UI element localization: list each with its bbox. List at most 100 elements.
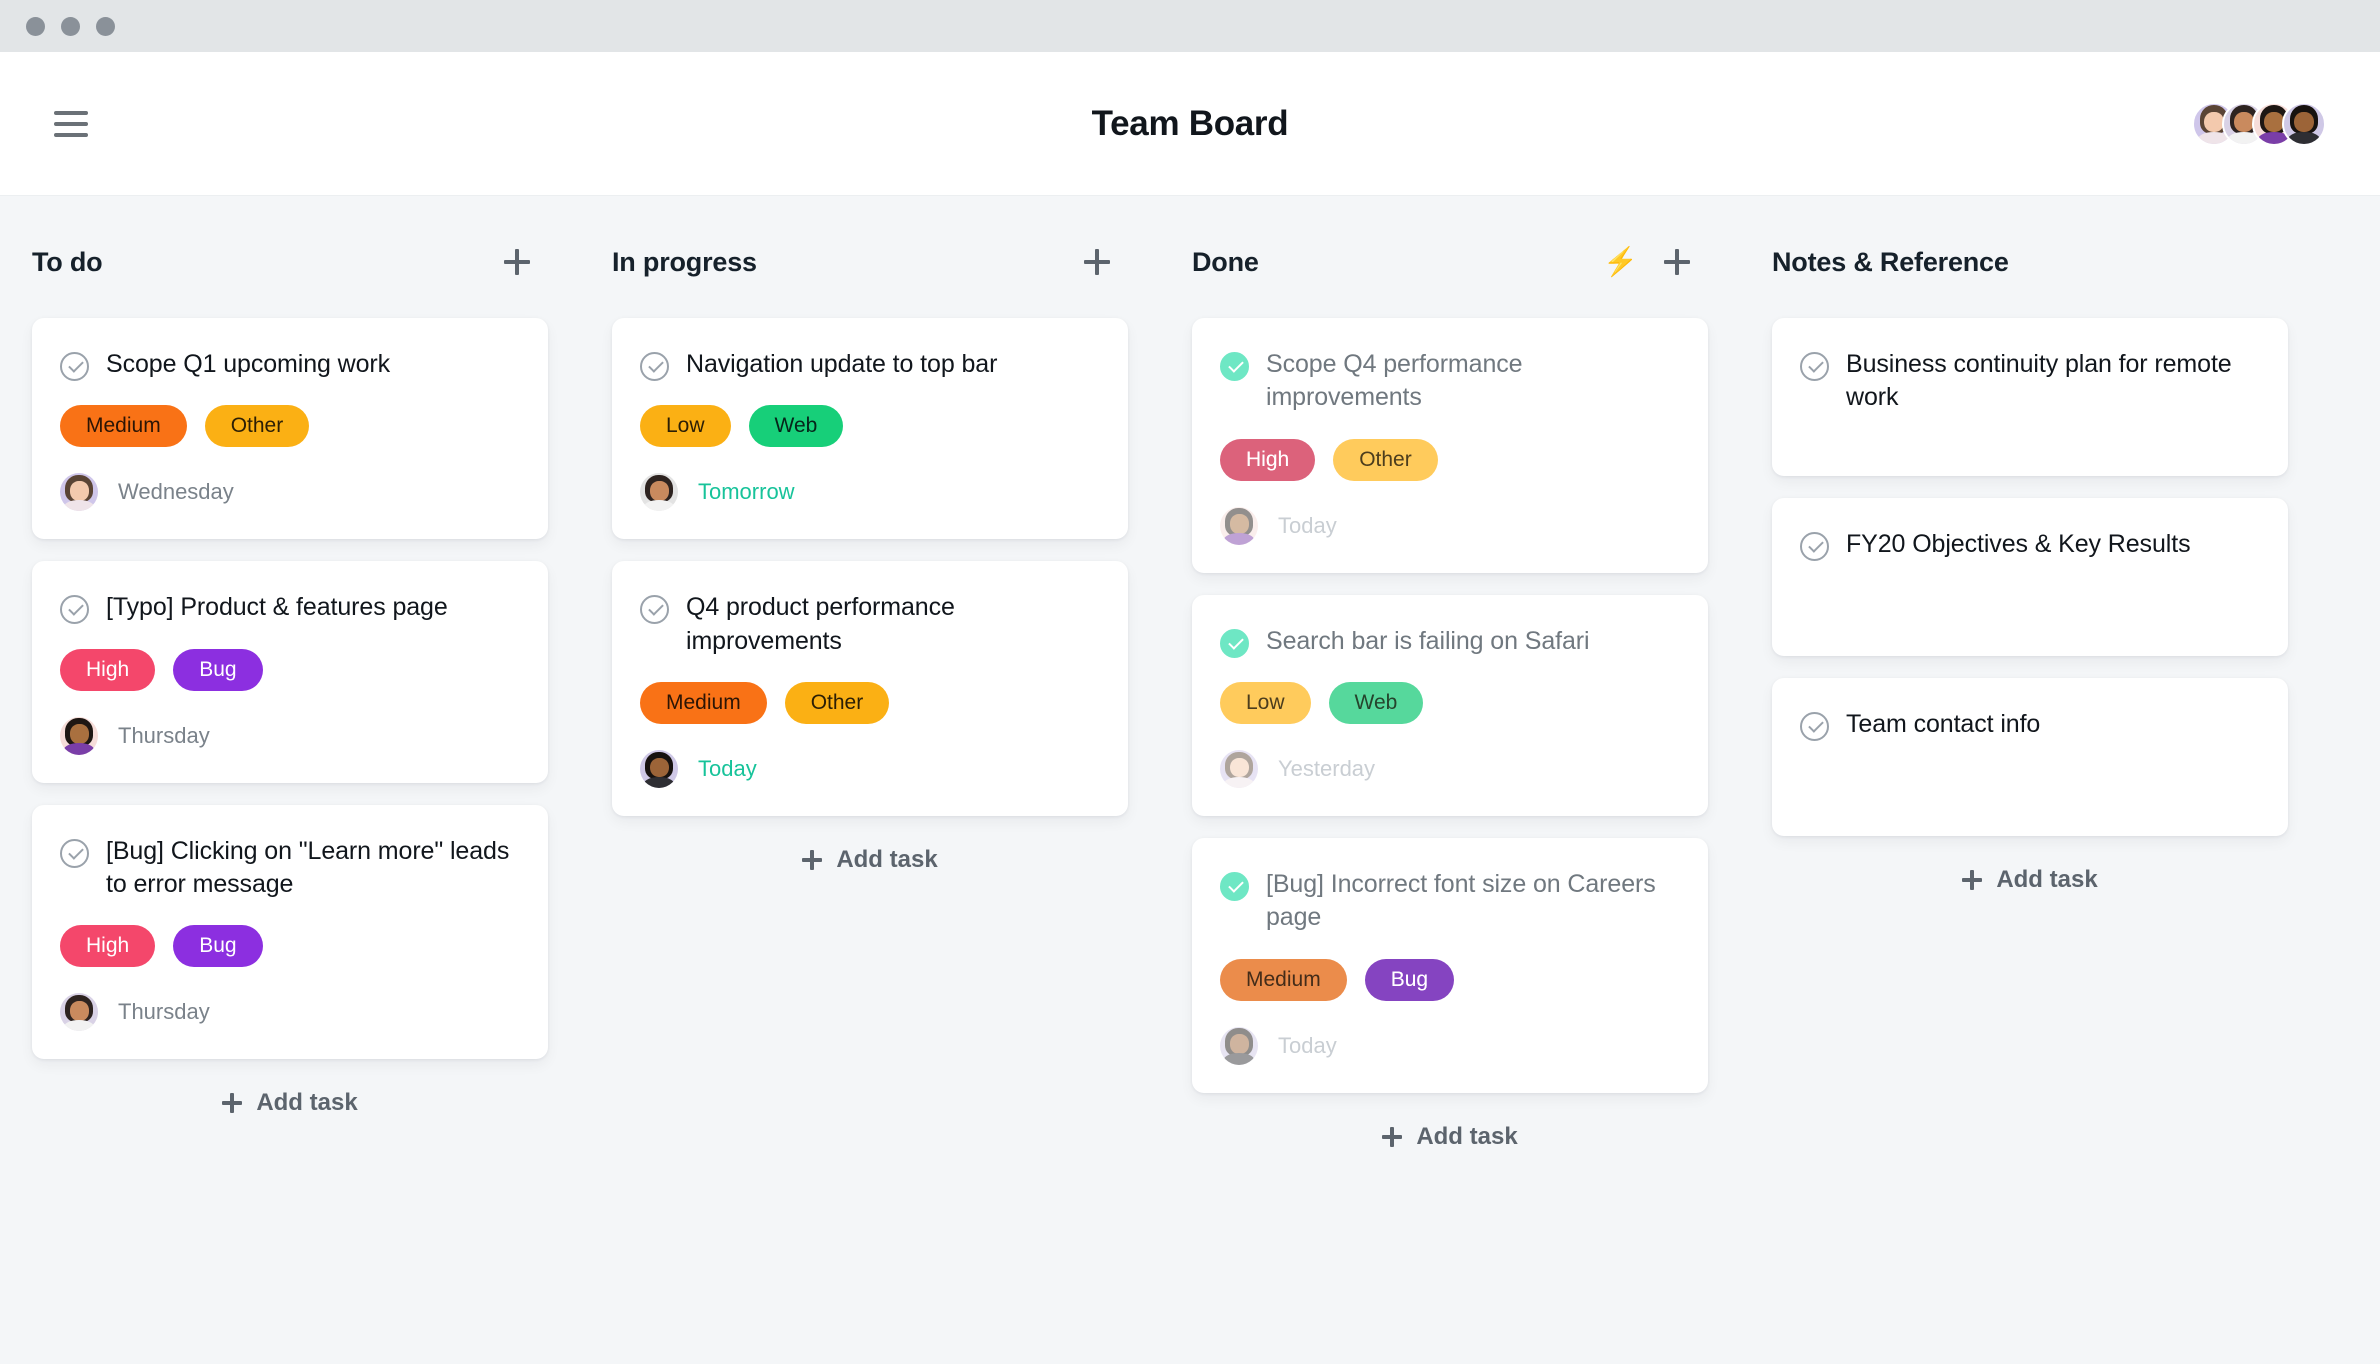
window-dot-close[interactable] [26, 16, 45, 36]
avatar-face [60, 717, 98, 755]
card-title-row: [Typo] Product & features page [60, 591, 520, 625]
task-card[interactable]: [Bug] Clicking on "Learn more" leads to … [32, 804, 548, 1060]
card-title-row: Scope Q4 performance improvements [1220, 348, 1680, 415]
checkbox-checked-icon[interactable] [1220, 872, 1249, 902]
tag-web[interactable]: Web [1328, 681, 1424, 725]
card-assignee-avatar [60, 473, 98, 512]
add-task-button[interactable]: Add task [612, 846, 1128, 874]
card-title-row: [Bug] Incorrect font size on Careers pag… [1220, 868, 1680, 935]
card-meta: Wednesday [60, 473, 520, 512]
card-meta: Today [1220, 1026, 1680, 1065]
task-card[interactable]: Scope Q1 upcoming work Medium Other Wednesd… [32, 318, 548, 540]
task-card[interactable]: [Typo] Product & features page High Bug Thu… [32, 561, 548, 783]
add-card-plus-icon[interactable] [1084, 249, 1110, 275]
tag-medium[interactable]: Medium [60, 405, 187, 448]
tag-list: Low Web [1220, 681, 1680, 725]
tag-list: High Bug [60, 648, 520, 691]
tag-bug[interactable]: Bug [173, 925, 263, 968]
tag-bug[interactable]: Bug [1364, 958, 1455, 1001]
window-titlebar [0, 0, 2380, 52]
avatar-face [60, 473, 98, 512]
page-title: Team Board [1091, 103, 1289, 143]
tag-low[interactable]: Low [1220, 681, 1311, 725]
lightning-bolt-icon[interactable]: ⚡ [1603, 248, 1638, 276]
add-card-plus-icon[interactable] [1664, 249, 1690, 275]
hamburger-icon[interactable] [54, 107, 98, 141]
add-task-button[interactable]: Add task [32, 1089, 548, 1117]
card-title-row: [Bug] Clicking on "Learn more" leads to … [60, 835, 520, 902]
card-title: [Typo] Product & features page [106, 593, 448, 622]
tag-other[interactable]: Other [1333, 438, 1438, 481]
checkbox-icon[interactable] [1800, 352, 1829, 381]
kanban-board: To do Scope Q1 upcoming work Medium Other We… [0, 196, 2380, 1364]
tag-list: High Other [1220, 438, 1680, 481]
card-assignee-avatar [60, 993, 98, 1032]
tag-list: Medium Bug [1220, 958, 1680, 1001]
tag-web[interactable]: Web [748, 405, 844, 448]
card-assignee-avatar [60, 716, 98, 755]
card-meta: Thursday [60, 716, 520, 755]
task-card[interactable]: FY20 Objectives & Key Results [1772, 498, 2288, 656]
add-card-plus-icon[interactable] [504, 249, 530, 275]
column-header-todo: To do [32, 242, 548, 282]
tag-other[interactable]: Other [784, 681, 890, 725]
checkbox-icon[interactable] [640, 352, 669, 381]
checkbox-icon[interactable] [640, 595, 669, 625]
card-title-row: Scope Q1 upcoming work [60, 348, 520, 381]
member-avatar-group [2192, 101, 2326, 146]
checkbox-checked-icon[interactable] [1220, 352, 1249, 381]
column-title: Done [1192, 246, 1259, 277]
card-meta: Yesterday [1220, 750, 1680, 789]
tag-medium[interactable]: Medium [640, 681, 767, 725]
card-list: Business continuity plan for remote work… [1772, 318, 2288, 836]
tag-high[interactable]: High [60, 925, 156, 968]
avatar-face [60, 993, 98, 1032]
tag-high[interactable]: High [1220, 438, 1316, 481]
task-card[interactable]: Q4 product performance improvements Mediu… [612, 561, 1128, 817]
card-title-row: Team contact info [1800, 708, 2260, 741]
checkbox-icon[interactable] [60, 595, 89, 625]
task-card[interactable]: Team contact info [1772, 678, 2288, 836]
card-title-row: Search bar is failing on Safari [1220, 625, 1680, 658]
plus-icon [222, 1093, 243, 1114]
card-title: Q4 product performance improvements [686, 593, 955, 655]
card-assignee-avatar [1220, 1026, 1258, 1065]
add-task-button[interactable]: Add task [1192, 1123, 1708, 1151]
tag-low[interactable]: Low [640, 405, 731, 448]
tag-bug[interactable]: Bug [173, 648, 263, 691]
add-task-label: Add task [1996, 866, 2098, 893]
task-card[interactable]: [Bug] Incorrect font size on Careers pag… [1192, 838, 1708, 1093]
card-title: Scope Q1 upcoming work [106, 350, 391, 378]
checkbox-icon[interactable] [60, 352, 89, 381]
card-title: Team contact info [1846, 710, 2041, 738]
task-card[interactable]: Search bar is failing on Safari Low Web Yes… [1192, 594, 1708, 817]
tag-list: Medium Other [60, 405, 520, 448]
card-due-date: Thursday [118, 722, 210, 748]
task-card[interactable]: Scope Q4 performance improvements High Oth… [1192, 318, 1708, 573]
card-due-date: Yesterday [1278, 756, 1376, 782]
avatar-face [1220, 1027, 1258, 1065]
tag-other[interactable]: Other [204, 405, 310, 448]
card-assignee-avatar [1220, 750, 1258, 789]
checkbox-checked-icon[interactable] [1220, 628, 1249, 658]
avatar-4 [2282, 101, 2326, 146]
tag-list: High Bug [60, 925, 520, 968]
card-due-date: Today [1278, 512, 1337, 538]
window-dot-minimize[interactable] [61, 16, 80, 36]
task-card[interactable]: Navigation update to top bar Low Web Tomorr… [612, 318, 1128, 540]
card-due-date: Today [1278, 1032, 1337, 1058]
column-in-progress: In progress Navigation update to top bar L… [580, 242, 1160, 1364]
window-dot-maximize[interactable] [96, 16, 115, 36]
checkbox-icon[interactable] [1800, 712, 1829, 741]
task-card[interactable]: Business continuity plan for remote work [1772, 318, 2288, 476]
avatar-face [1220, 507, 1258, 545]
checkbox-icon[interactable] [1800, 532, 1829, 561]
tag-medium[interactable]: Medium [1220, 958, 1347, 1001]
card-meta: Tomorrow [640, 473, 1100, 512]
checkbox-icon[interactable] [60, 838, 89, 868]
tag-high[interactable]: High [60, 648, 156, 691]
plus-icon [802, 850, 823, 871]
add-task-button[interactable]: Add task [1772, 866, 2288, 894]
card-meta: Today [640, 750, 1100, 789]
card-meta: Thursday [60, 993, 520, 1032]
